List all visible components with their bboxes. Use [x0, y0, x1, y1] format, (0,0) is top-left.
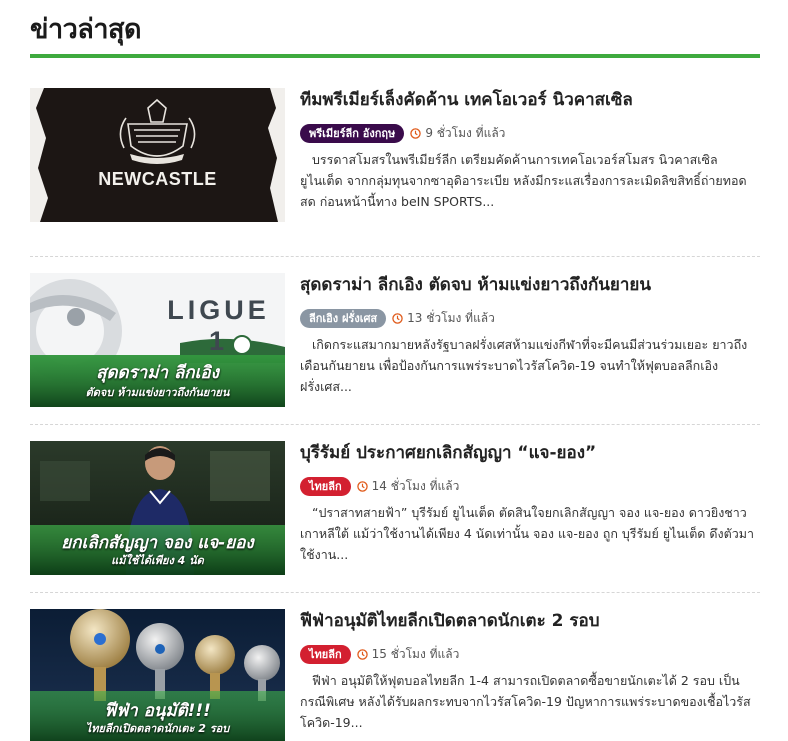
news-headline[interactable]: บุรีรัมย์ ประกาศยกเลิกสัญญา “แจ-ยอง”	[300, 441, 760, 465]
news-excerpt: “ปราสาทสายฟ้า” บุรีรัมย์ ยูไนเต็ด ตัดสิน…	[300, 505, 755, 562]
news-content: สุดดราม่า ลีกเอิง ตัดจบ ห้ามแข่งยาวถึงกั…	[300, 273, 760, 397]
news-time: 14 ชั่วโมง ที่แล้ว	[371, 479, 460, 493]
news-thumbnail[interactable]: ยกเลิกสัญญา จอง แจ-ยอง แม้ใช้ได้เพียง 4 …	[30, 441, 285, 575]
news-excerpt: เกิดกระแสมากมายหลังรัฐบาลฝรั่งเศสห้ามแข่…	[300, 337, 748, 394]
category-badge[interactable]: ไทยลีก	[300, 645, 351, 664]
newcastle-crest-icon	[30, 88, 285, 222]
news-item[interactable]: ฟีฟ่า อนุมัติ!!! ไทยลีกเปิดตลาดนักเตะ 2 …	[30, 592, 760, 741]
thumb-caption-sub: ไทยลีกเปิดตลาดนักเตะ 2 รอบ	[85, 722, 230, 735]
news-excerpt: ฟีฟ่า อนุมัติให้ฟุตบอลไทยลีก 1-4 สามารถเ…	[300, 673, 751, 730]
news-content: ทีมพรีเมียร์เล็งคัดค้าน เทคโอเวอร์ นิวคา…	[300, 88, 760, 212]
section-divider	[30, 54, 760, 58]
news-thumbnail[interactable]: NEWCASTLE	[30, 88, 285, 222]
news-thumbnail[interactable]: ฟีฟ่า อนุมัติ!!! ไทยลีกเปิดตลาดนักเตะ 2 …	[30, 609, 285, 741]
news-item[interactable]: LIGUE 1 สุดดราม่า ลีกเอิง ตัดจบ ห้ามแข่ง…	[30, 256, 760, 424]
thumb-logo-text: LIGUE 1	[167, 295, 270, 356]
news-time: 13 ชั่วโมง ที่แล้ว	[407, 311, 495, 325]
news-headline[interactable]: สุดดราม่า ลีกเอิง ตัดจบ ห้ามแข่งยาวถึงกั…	[300, 273, 760, 297]
news-headline[interactable]: ทีมพรีเมียร์เล็งคัดค้าน เทคโอเวอร์ นิวคา…	[300, 88, 760, 112]
section-title: ข่าวล่าสุด	[30, 14, 142, 45]
news-thumbnail[interactable]: LIGUE 1 สุดดราม่า ลีกเอิง ตัดจบ ห้ามแข่ง…	[30, 273, 285, 407]
news-meta: พรีเมียร์ลีก อังกฤษ 9 ชั่วโมง ที่แล้ว	[300, 124, 760, 143]
news-excerpt: บรรดาสโมสรในพรีเมียร์ลีก เตรียมคัดค้านกา…	[300, 152, 747, 209]
news-time: 9 ชั่วโมง ที่แล้ว	[425, 126, 506, 140]
category-badge[interactable]: ลีกเอิง ฝรั่งเศส	[300, 309, 387, 328]
category-badge[interactable]: ไทยลีก	[300, 477, 351, 496]
news-content: บุรีรัมย์ ประกาศยกเลิกสัญญา “แจ-ยอง” ไทย…	[300, 441, 760, 565]
clock-icon	[410, 128, 422, 139]
news-meta: ไทยลีก 15 ชั่วโมง ที่แล้ว	[300, 645, 760, 664]
clock-icon	[392, 313, 403, 324]
section-header: ข่าวล่าสุด	[30, 8, 760, 58]
news-list: NEWCASTLE ทีมพรีเมียร์เล็งคัดค้าน เทคโอเ…	[30, 88, 760, 741]
news-time: 15 ชั่วโมง ที่แล้ว	[371, 647, 460, 661]
clock-icon	[356, 649, 368, 660]
news-item[interactable]: ยกเลิกสัญญา จอง แจ-ยอง แม้ใช้ได้เพียง 4 …	[30, 424, 760, 592]
news-meta: ไทยลีก 14 ชั่วโมง ที่แล้ว	[300, 477, 760, 496]
news-headline[interactable]: ฟีฟ่าอนุมัติไทยลีกเปิดตลาดนักเตะ 2 รอบ	[300, 609, 760, 633]
news-content: ฟีฟ่าอนุมัติไทยลีกเปิดตลาดนักเตะ 2 รอบ ไ…	[300, 609, 760, 733]
thumb-logo-text: NEWCASTLE	[98, 169, 217, 189]
news-meta: ลีกเอิง ฝรั่งเศส 13 ชั่วโมง ที่แล้ว	[300, 309, 760, 328]
thumb-caption-sub: แม้ใช้ได้เพียง 4 นัด	[111, 554, 204, 567]
thumb-caption-main: สุดดราม่า ลีกเอิง	[96, 363, 219, 383]
news-item[interactable]: NEWCASTLE ทีมพรีเมียร์เล็งคัดค้าน เทคโอเ…	[30, 88, 760, 256]
category-badge[interactable]: พรีเมียร์ลีก อังกฤษ	[300, 124, 405, 143]
thumb-caption-sub: ตัดจบ ห้ามแข่งยาวถึงกันยายน	[85, 386, 230, 399]
clock-icon	[356, 481, 368, 492]
